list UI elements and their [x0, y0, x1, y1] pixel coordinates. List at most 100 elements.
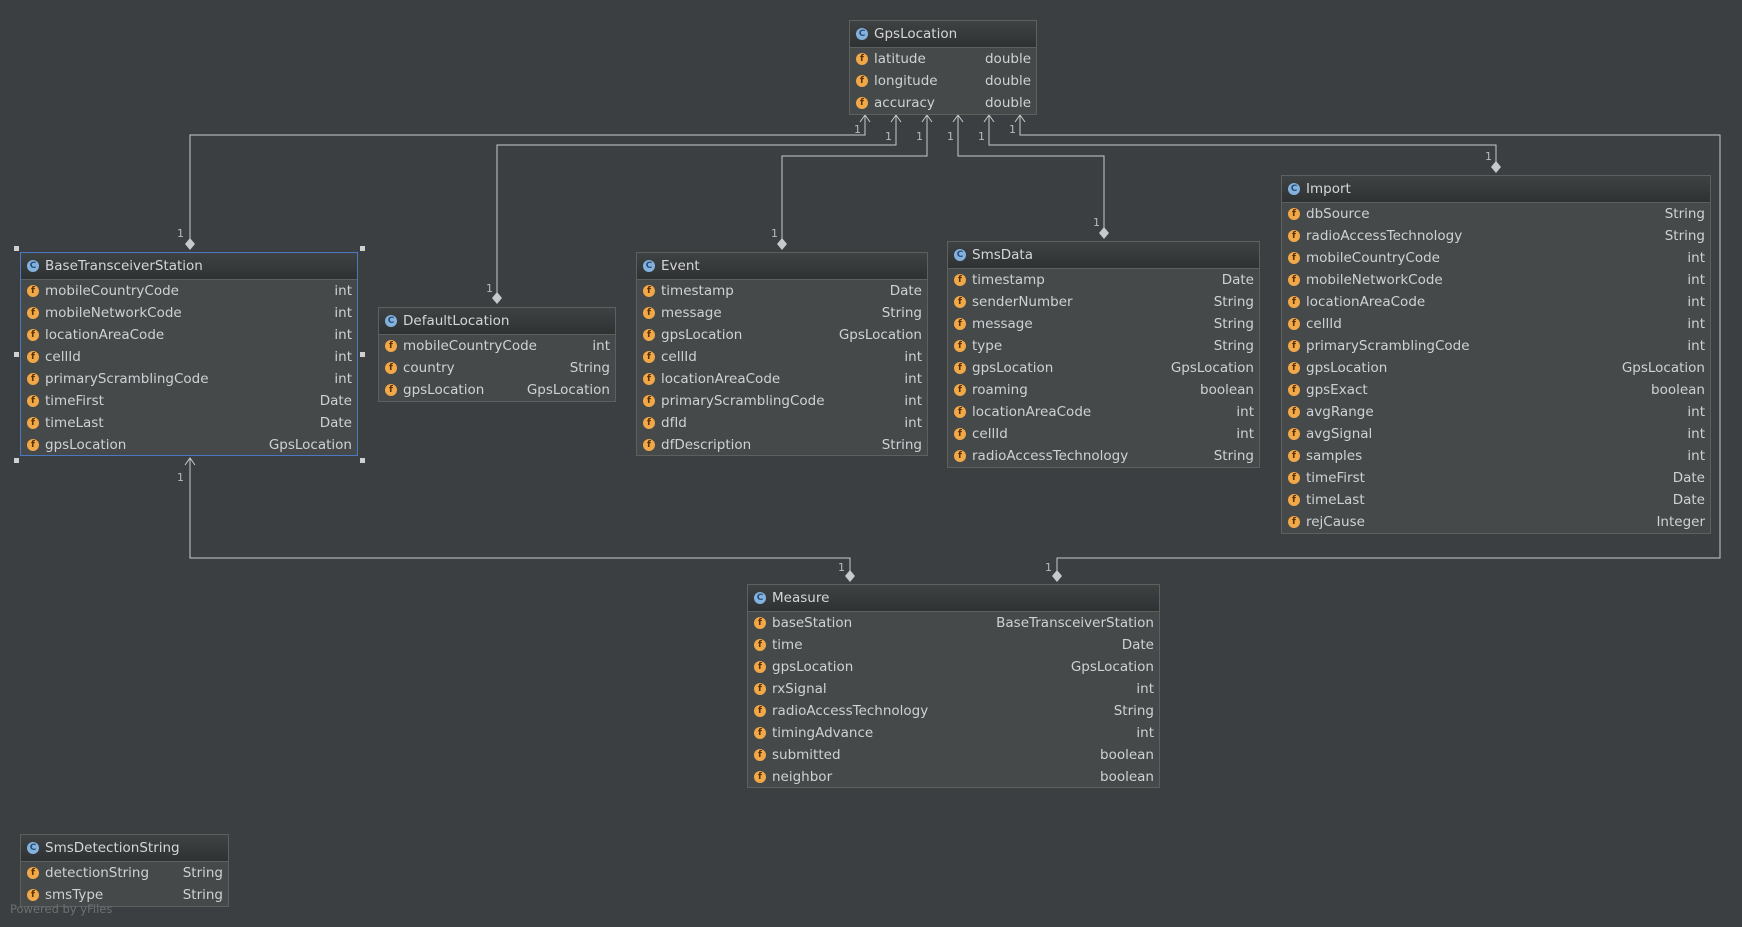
field-row[interactable]: f dbSource String: [1282, 203, 1710, 225]
field-icon: f: [754, 705, 766, 717]
field-name: cellId: [972, 426, 1008, 442]
field-row[interactable]: f radioAccessTechnology String: [748, 700, 1159, 722]
field-row[interactable]: f gpsLocation GpsLocation: [379, 379, 615, 401]
field-row[interactable]: f longitude double: [850, 70, 1036, 92]
field-row[interactable]: f locationAreaCode int: [637, 368, 927, 390]
field-row[interactable]: f mobileNetworkCode int: [21, 302, 357, 324]
field-row[interactable]: f samples int: [1282, 445, 1710, 467]
field-row[interactable]: f dfDescription String: [637, 434, 927, 456]
field-row[interactable]: f time Date: [748, 634, 1159, 656]
resize-handle[interactable]: [14, 246, 19, 251]
class-header: C Measure: [748, 585, 1159, 612]
class-smsdata[interactable]: C SmsData f timestamp Date f senderNumber St…: [947, 241, 1260, 468]
field-row[interactable]: f timestamp Date: [637, 280, 927, 302]
field-name: message: [661, 305, 722, 321]
field-row[interactable]: f mobileNetworkCode int: [1282, 269, 1710, 291]
field-row[interactable]: f gpsLocation GpsLocation: [1282, 357, 1710, 379]
field-row[interactable]: f locationAreaCode int: [1282, 291, 1710, 313]
field-row[interactable]: f radioAccessTechnology String: [1282, 225, 1710, 247]
field-type: String: [182, 887, 223, 903]
field-row[interactable]: f rejCause Integer: [1282, 511, 1710, 533]
class-event[interactable]: C Event f timestamp Date f message String fg…: [636, 252, 928, 456]
field-row[interactable]: f avgSignal int: [1282, 423, 1710, 445]
field-row[interactable]: f mobileCountryCode int: [1282, 247, 1710, 269]
field-row[interactable]: f gpsLocation GpsLocation: [948, 357, 1259, 379]
field-row[interactable]: f gpsLocation GpsLocation: [21, 434, 357, 456]
field-row[interactable]: f gpsLocation GpsLocation: [637, 324, 927, 346]
field-row[interactable]: f radioAccessTechnology String: [948, 445, 1259, 467]
field-type: int: [1687, 294, 1705, 310]
field-row[interactable]: f detectionString String: [21, 862, 228, 884]
field-name: timingAdvance: [772, 725, 874, 741]
field-row[interactable]: f accuracy double: [850, 92, 1036, 114]
field-row[interactable]: f cellId int: [948, 423, 1259, 445]
field-icon: f: [27, 395, 39, 407]
field-row[interactable]: f roaming boolean: [948, 379, 1259, 401]
field-row[interactable]: f locationAreaCode int: [948, 401, 1259, 423]
class-measure[interactable]: C Measure f baseStation BaseTransceiverSta…: [747, 584, 1160, 788]
field-row[interactable]: f timeFirst Date: [1282, 467, 1710, 489]
field-row[interactable]: f timeFirst Date: [21, 390, 357, 412]
field-row[interactable]: f neighbor boolean: [748, 766, 1159, 788]
resize-handle[interactable]: [360, 246, 365, 251]
field-row[interactable]: f rxSignal int: [748, 678, 1159, 700]
field-name: timestamp: [661, 283, 734, 299]
field-row[interactable]: f avgRange int: [1282, 401, 1710, 423]
field-type: GpsLocation: [526, 382, 610, 398]
field-icon: f: [27, 373, 39, 385]
field-row[interactable]: f message String: [948, 313, 1259, 335]
resize-handle[interactable]: [360, 458, 365, 463]
field-row[interactable]: f mobileCountryCode int: [21, 280, 357, 302]
field-row[interactable]: f timestamp Date: [948, 269, 1259, 291]
field-row[interactable]: f timingAdvance int: [748, 722, 1159, 744]
resize-handle[interactable]: [14, 352, 19, 357]
field-row[interactable]: f type String: [948, 335, 1259, 357]
field-row[interactable]: f cellId int: [21, 346, 357, 368]
field-row[interactable]: f senderNumber String: [948, 291, 1259, 313]
field-type: String: [1113, 703, 1154, 719]
field-row[interactable]: f primaryScramblingCode int: [21, 368, 357, 390]
class-smsdetectionstring[interactable]: C SmsDetectionString f detectionString Str…: [20, 834, 229, 907]
field-row[interactable]: f gpsLocation GpsLocation: [748, 656, 1159, 678]
field-row[interactable]: f baseStation BaseTransceiverStation: [748, 612, 1159, 634]
field-row[interactable]: f cellId int: [1282, 313, 1710, 335]
field-row[interactable]: f cellId int: [637, 346, 927, 368]
field-row[interactable]: f country String: [379, 357, 615, 379]
field-name: primaryScramblingCode: [661, 393, 825, 409]
field-icon: f: [1288, 384, 1300, 396]
field-row[interactable]: f primaryScramblingCode int: [1282, 335, 1710, 357]
field-icon: f: [954, 318, 966, 330]
field-row[interactable]: f submitted boolean: [748, 744, 1159, 766]
field-row[interactable]: f gpsExact boolean: [1282, 379, 1710, 401]
class-header: C DefaultLocation: [379, 308, 615, 335]
field-type: boolean: [1100, 747, 1154, 763]
class-basetransceiverstation[interactable]: C BaseTransceiverStation f mobileCountryC…: [20, 252, 358, 456]
field-row[interactable]: f primaryScramblingCode int: [637, 390, 927, 412]
field-icon: f: [754, 771, 766, 783]
class-name: Event: [661, 258, 700, 274]
class-gpslocation[interactable]: C GpsLocation f latitude double f longitude…: [849, 20, 1037, 115]
resize-handle[interactable]: [360, 352, 365, 357]
field-icon: f: [1288, 274, 1300, 286]
field-name: locationAreaCode: [1306, 294, 1426, 310]
field-row[interactable]: f mobileCountryCode int: [379, 335, 615, 357]
field-icon: f: [954, 340, 966, 352]
field-type: Integer: [1656, 514, 1705, 530]
field-row[interactable]: f timeLast Date: [1282, 489, 1710, 511]
field-name: radioAccessTechnology: [772, 703, 929, 719]
field-row[interactable]: f dfId int: [637, 412, 927, 434]
class-header: C BaseTransceiverStation: [21, 253, 357, 280]
class-name: GpsLocation: [874, 26, 958, 42]
field-row[interactable]: f timeLast Date: [21, 412, 357, 434]
class-import[interactable]: C Import f dbSource String f radioAccessTec…: [1281, 175, 1711, 534]
class-header: C SmsDetectionString: [21, 835, 228, 862]
field-row[interactable]: f latitude double: [850, 48, 1036, 70]
field-row[interactable]: f message String: [637, 302, 927, 324]
field-icon: f: [1288, 450, 1300, 462]
field-icon: f: [856, 75, 868, 87]
field-name: country: [403, 360, 455, 376]
field-row[interactable]: f locationAreaCode int: [21, 324, 357, 346]
field-type: boolean: [1100, 769, 1154, 785]
resize-handle[interactable]: [14, 458, 19, 463]
class-defaultlocation[interactable]: C DefaultLocation f mobileCountryCode int …: [378, 307, 616, 402]
